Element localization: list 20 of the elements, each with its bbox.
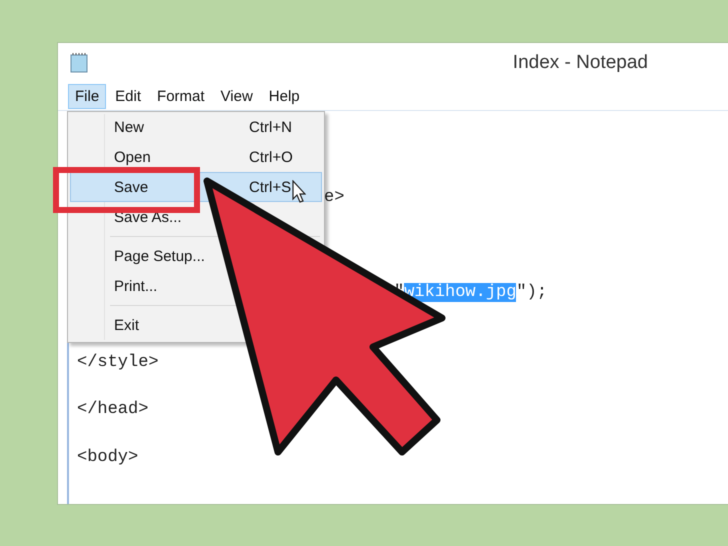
shortcut-label: Ctrl+N [249,118,292,136]
menu-item[interactable]: File [68,84,106,108]
menu-item[interactable]: Edit [108,84,148,108]
mouse-pointer-icon [292,180,306,204]
menu-option[interactable]: New [114,118,144,136]
menu-item[interactable]: View [214,84,260,108]
code-line: </head> [77,399,148,421]
code-line: </style> [77,352,159,374]
notepad-icon [70,52,88,73]
menu-option[interactable]: Print... [114,278,158,294]
menu-item[interactable]: Format [150,84,212,108]
code-line: <body> [77,447,138,469]
shortcut-label: Ctrl+S [249,178,292,196]
window-title: Index - Notepad [512,52,648,74]
code-line: e> [324,187,344,209]
menu-item[interactable]: Help [262,84,307,108]
shortcut-label: Ctrl+O [249,148,293,166]
menu-option[interactable]: Open [114,148,151,166]
menu-option[interactable]: Exit [114,316,140,334]
menu-option[interactable]: Page Setup... [114,248,205,264]
